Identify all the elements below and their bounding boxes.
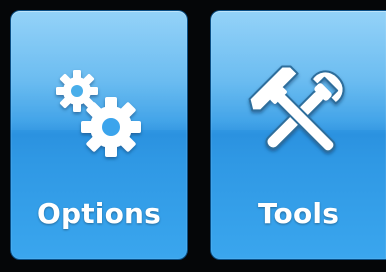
gears-icon <box>56 70 141 157</box>
options-label: Options <box>36 197 162 230</box>
tools-label: Tools <box>257 197 340 230</box>
options-tile[interactable]: Options <box>10 10 188 260</box>
hammer-wrench-icon <box>248 65 344 153</box>
tools-tile[interactable]: Tools <box>210 10 386 260</box>
